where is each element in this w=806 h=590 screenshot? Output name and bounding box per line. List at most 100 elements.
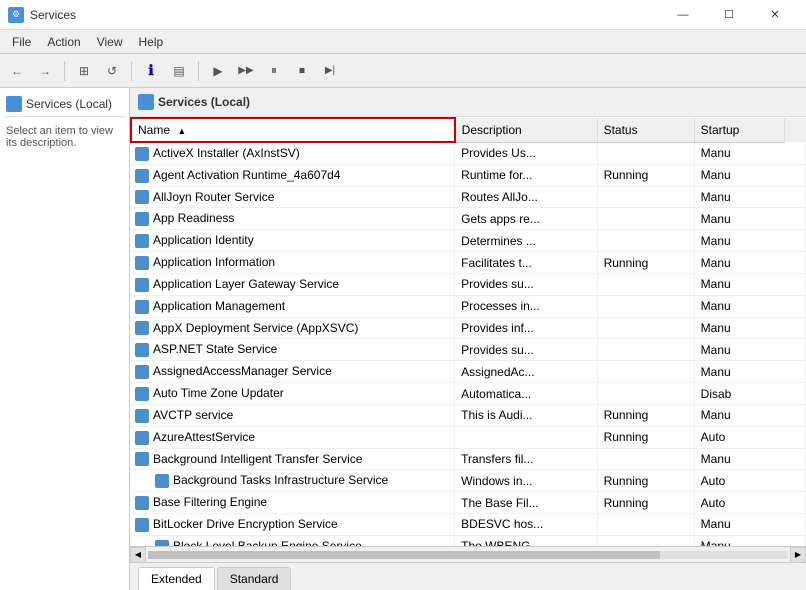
menu-view[interactable]: View bbox=[89, 33, 131, 51]
service-name-cell: BitLocker Drive Encryption Service bbox=[131, 514, 455, 536]
toolbar-up[interactable]: ⊞ bbox=[71, 58, 97, 84]
col-header-startup[interactable]: Startup bbox=[694, 118, 785, 142]
service-status-cell bbox=[597, 295, 694, 317]
toolbar-back[interactable]: ← bbox=[4, 58, 30, 84]
maximize-button[interactable]: ☐ bbox=[706, 0, 752, 30]
menu-action[interactable]: Action bbox=[39, 33, 88, 51]
horizontal-scrollbar[interactable]: ◀ ▶ bbox=[130, 546, 806, 562]
service-name-label: AllJoyn Router Service bbox=[153, 190, 274, 204]
service-desc-cell: Transfers fil... bbox=[455, 448, 597, 470]
table-row[interactable]: Application Layer Gateway ServiceProvide… bbox=[131, 273, 806, 295]
table-row[interactable]: Base Filtering EngineThe Base Fil...Runn… bbox=[131, 492, 806, 514]
service-icon bbox=[135, 321, 149, 335]
service-icon bbox=[135, 169, 149, 183]
service-name-cell: AssignedAccessManager Service bbox=[131, 361, 455, 383]
toolbar-list[interactable]: ▤ bbox=[166, 58, 192, 84]
table-row[interactable]: AllJoyn Router ServiceRoutes AllJo...Man… bbox=[131, 186, 806, 208]
service-name-label: Application Layer Gateway Service bbox=[153, 277, 339, 291]
minimize-button[interactable]: — bbox=[660, 0, 706, 30]
toolbar-sep-1 bbox=[64, 61, 65, 81]
right-panel-icon bbox=[138, 94, 154, 110]
service-icon bbox=[135, 452, 149, 466]
toolbar-refresh[interactable]: ↺ bbox=[99, 58, 125, 84]
service-startup-cell: Manu bbox=[694, 361, 805, 383]
table-row[interactable]: Block Level Backup Engine ServiceThe WBE… bbox=[131, 535, 806, 546]
service-icon bbox=[135, 278, 149, 292]
service-name-label: AzureAttestService bbox=[153, 430, 255, 444]
menu-help[interactable]: Help bbox=[131, 33, 172, 51]
table-row[interactable]: Application InformationFacilitates t...R… bbox=[131, 252, 806, 274]
service-icon bbox=[135, 343, 149, 357]
service-name-cell: AppX Deployment Service (AppXSVC) bbox=[131, 317, 455, 339]
left-panel-icon bbox=[6, 96, 22, 112]
table-row[interactable]: AppX Deployment Service (AppXSVC) Provide… bbox=[131, 317, 806, 339]
tab-standard[interactable]: Standard bbox=[217, 567, 292, 590]
service-desc-cell: Runtime for... bbox=[455, 164, 597, 186]
service-startup-cell: Manu bbox=[694, 295, 805, 317]
service-desc-cell: Determines ... bbox=[455, 230, 597, 252]
service-name-cell: Application Information bbox=[131, 252, 455, 274]
menubar: File Action View Help bbox=[0, 30, 806, 54]
col-header-desc[interactable]: Description bbox=[455, 118, 597, 142]
left-panel-title: Services (Local) bbox=[26, 97, 112, 111]
service-icon bbox=[135, 387, 149, 401]
service-status-cell: Running bbox=[597, 426, 694, 448]
table-row[interactable]: ActiveX Installer (AxInstSV)Provides Us.… bbox=[131, 142, 806, 164]
toolbar-pause[interactable]: ⏸ bbox=[261, 58, 287, 84]
service-desc-cell: Facilitates t... bbox=[455, 252, 597, 274]
left-panel: Services (Local) Select an item to view … bbox=[0, 88, 130, 590]
toolbar-play[interactable]: ▶ bbox=[205, 58, 231, 84]
toolbar-play2[interactable]: ▶▶ bbox=[233, 58, 259, 84]
services-table-wrapper[interactable]: Name ▲ Description Status Startup bbox=[130, 117, 806, 546]
toolbar-info[interactable]: ℹ bbox=[138, 58, 164, 84]
table-row[interactable]: Background Tasks Infrastructure ServiceW… bbox=[131, 470, 806, 492]
toolbar-restart[interactable]: ▶| bbox=[317, 58, 343, 84]
hscroll-track[interactable] bbox=[148, 551, 788, 559]
left-panel-desc: Select an item to view its description. bbox=[4, 121, 125, 153]
hscroll-thumb bbox=[148, 551, 660, 559]
service-icon bbox=[135, 409, 149, 423]
service-name-cell: App Readiness bbox=[131, 208, 455, 230]
service-status-cell bbox=[597, 230, 694, 252]
service-name-label: AppX Deployment Service (AppXSVC) bbox=[153, 321, 358, 335]
service-desc-cell bbox=[455, 426, 597, 448]
service-icon bbox=[135, 256, 149, 270]
app-icon: ⚙ bbox=[8, 7, 24, 23]
service-name-cell: Application Layer Gateway Service bbox=[131, 273, 455, 295]
table-row[interactable]: ASP.NET State ServiceProvides su...Manu bbox=[131, 339, 806, 361]
service-status-cell bbox=[597, 142, 694, 164]
table-row[interactable]: Background Intelligent Transfer ServiceT… bbox=[131, 448, 806, 470]
toolbar-stop[interactable]: ⏹ bbox=[289, 58, 315, 84]
toolbar-forward[interactable]: → bbox=[32, 58, 58, 84]
table-row[interactable]: AssignedAccessManager ServiceAssignedAc.… bbox=[131, 361, 806, 383]
hscroll-right[interactable]: ▶ bbox=[790, 547, 806, 563]
table-row[interactable]: AzureAttestServiceRunningAuto bbox=[131, 426, 806, 448]
service-desc-cell: Provides inf... bbox=[455, 317, 597, 339]
table-row[interactable]: Application IdentityDetermines ...Manu bbox=[131, 230, 806, 252]
col-header-status[interactable]: Status bbox=[597, 118, 694, 142]
table-row[interactable]: BitLocker Drive Encryption ServiceBDESVC… bbox=[131, 514, 806, 536]
table-row[interactable]: Auto Time Zone UpdaterAutomatica...Disab bbox=[131, 383, 806, 405]
service-startup-cell: Manu bbox=[694, 514, 805, 536]
col-header-name[interactable]: Name ▲ bbox=[131, 118, 455, 142]
service-icon bbox=[135, 518, 149, 532]
bottom-tabs: Extended Standard bbox=[130, 562, 806, 590]
service-name-label: Auto Time Zone Updater bbox=[153, 386, 284, 400]
service-desc-cell: This is Audi... bbox=[455, 404, 597, 426]
service-desc-cell: Processes in... bbox=[455, 295, 597, 317]
tab-extended[interactable]: Extended bbox=[138, 567, 215, 590]
table-row[interactable]: Agent Activation Runtime_4a607d4Runtime … bbox=[131, 164, 806, 186]
table-row[interactable]: AVCTP serviceThis is Audi...RunningManu bbox=[131, 404, 806, 426]
service-icon bbox=[135, 147, 149, 161]
table-row[interactable]: App ReadinessGets apps re...Manu bbox=[131, 208, 806, 230]
service-startup-cell: Manu bbox=[694, 252, 805, 274]
table-row[interactable]: Application ManagementProcesses in...Man… bbox=[131, 295, 806, 317]
service-startup-cell: Disab bbox=[694, 383, 805, 405]
menu-file[interactable]: File bbox=[4, 33, 39, 51]
service-name-cell: Background Tasks Infrastructure Service bbox=[131, 470, 455, 492]
right-panel: Services (Local) Name ▲ Description bbox=[130, 88, 806, 590]
toolbar-sep-3 bbox=[198, 61, 199, 81]
hscroll-left[interactable]: ◀ bbox=[130, 547, 146, 563]
service-name-cell: ActiveX Installer (AxInstSV) bbox=[131, 142, 455, 164]
close-button[interactable]: ✕ bbox=[752, 0, 798, 30]
